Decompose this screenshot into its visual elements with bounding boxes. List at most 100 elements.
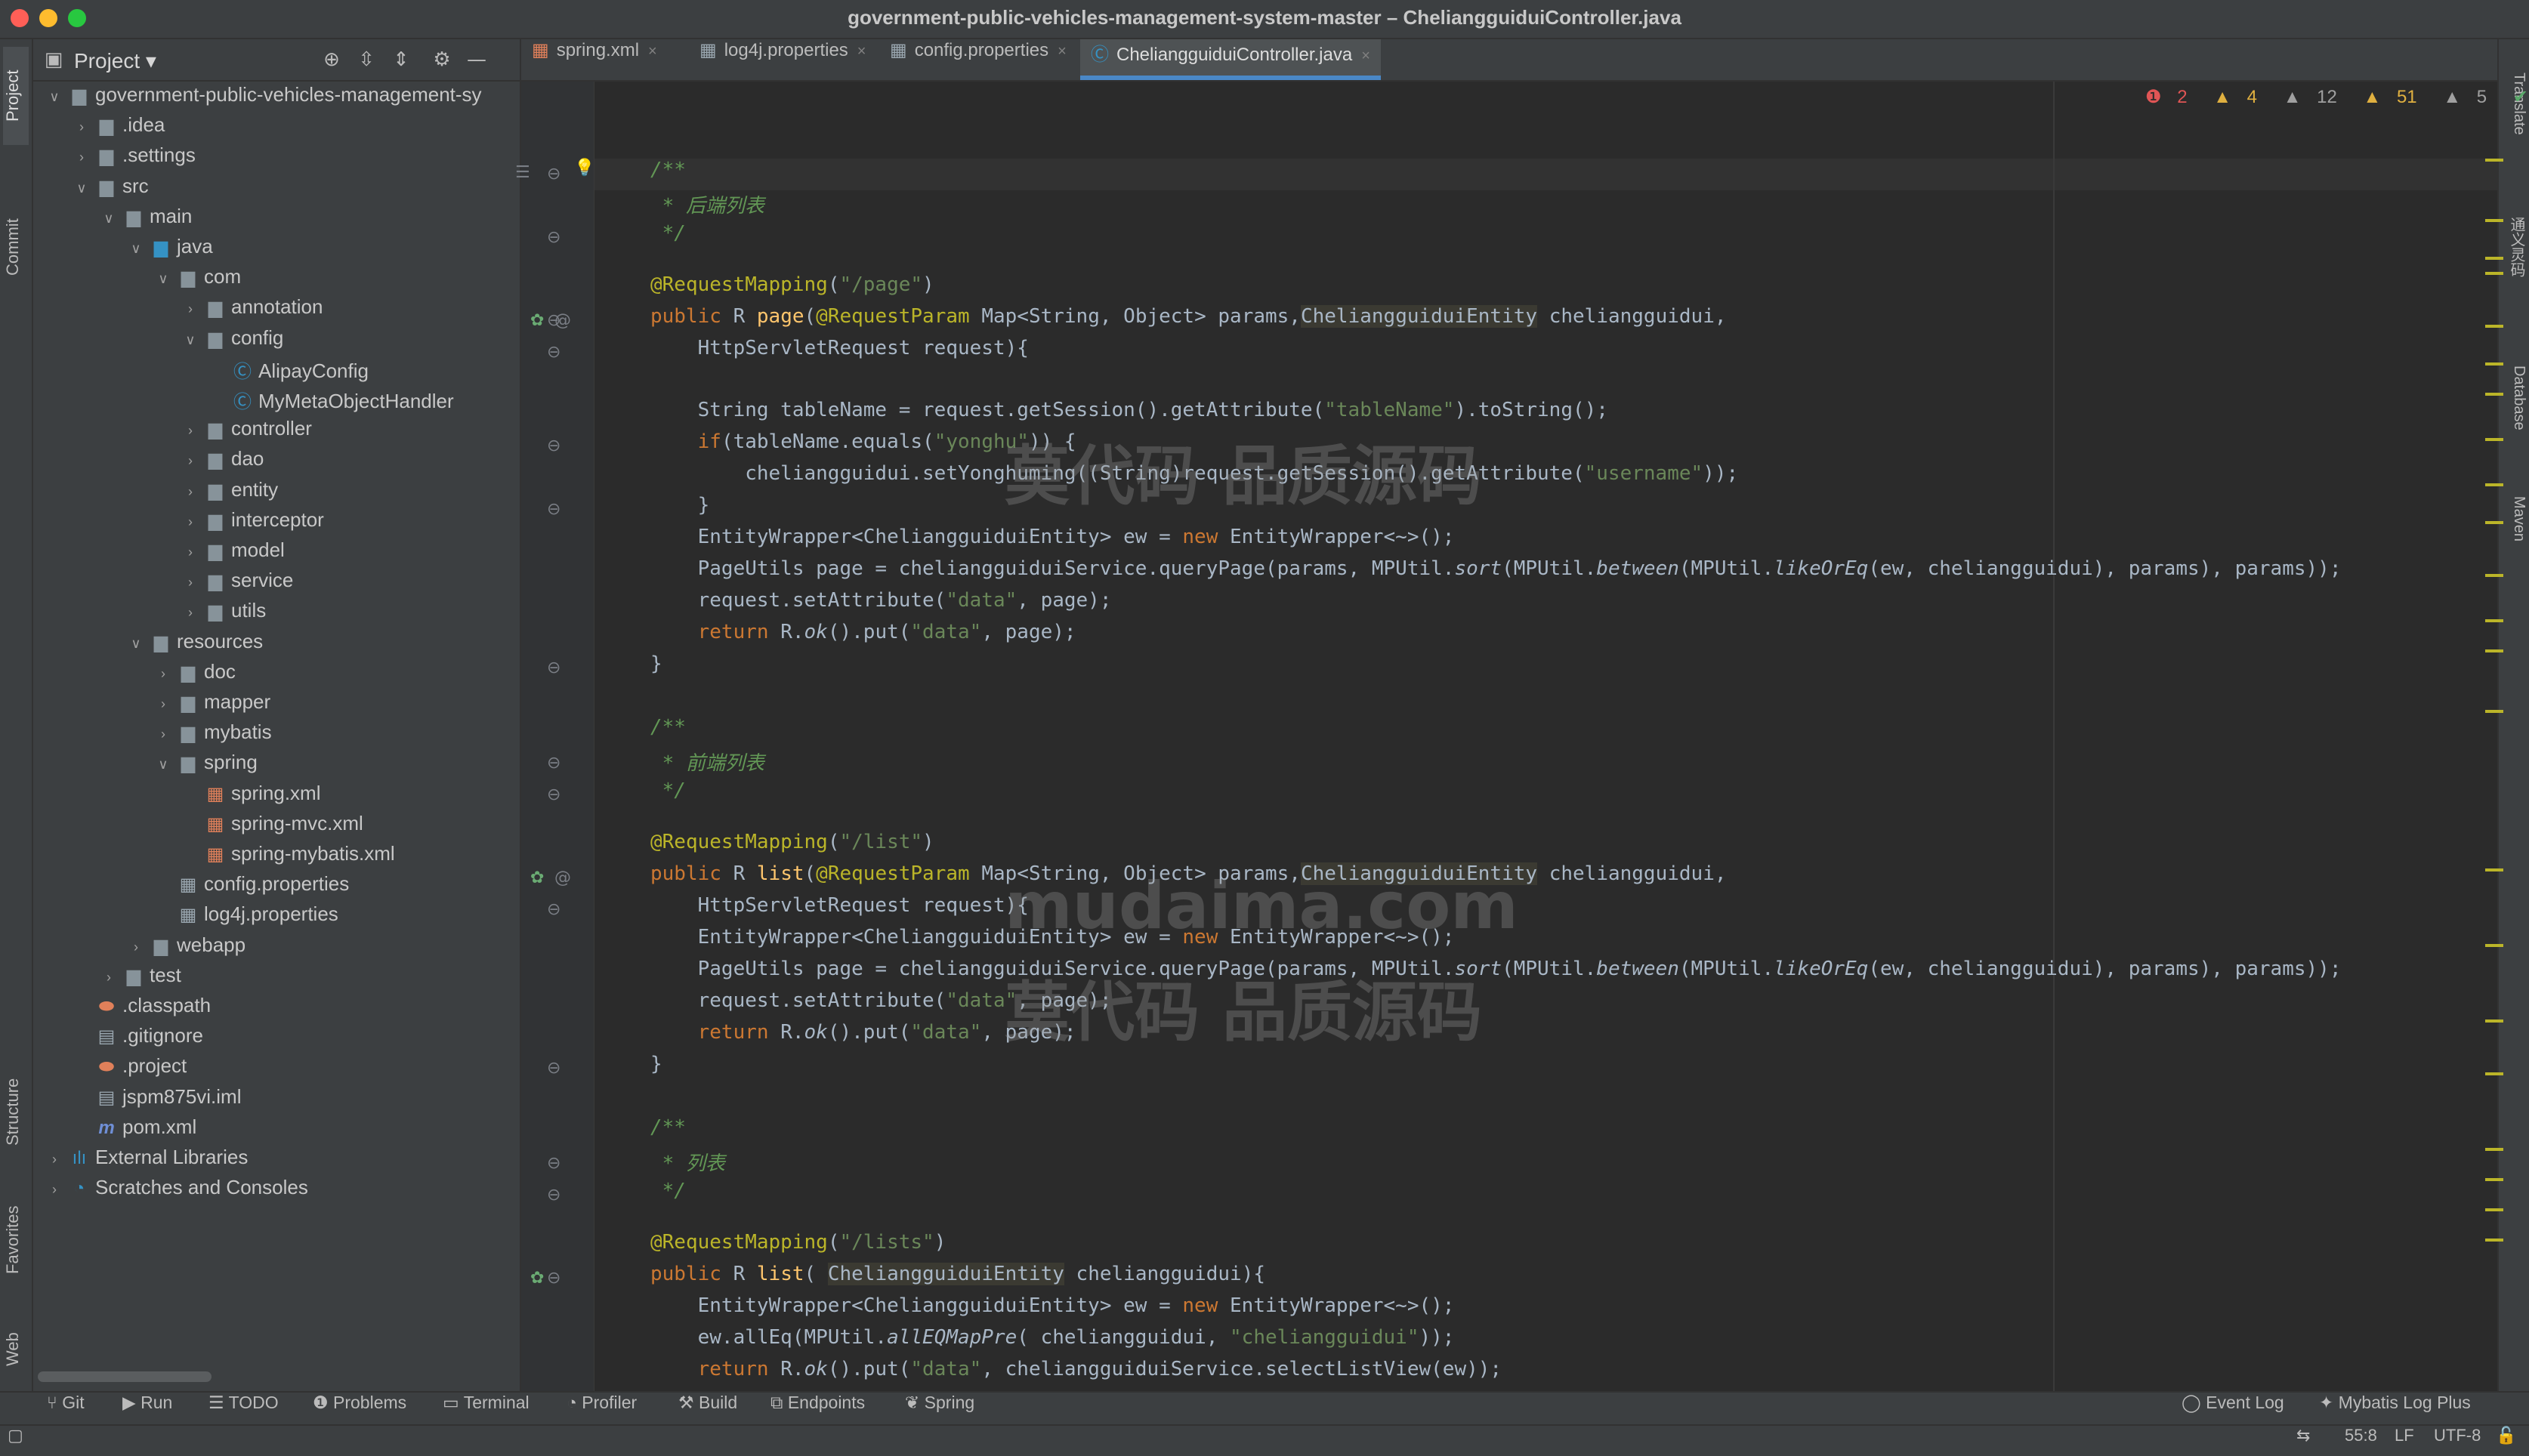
tree-item-entity[interactable]: › ▆ entity xyxy=(178,478,278,508)
editor-tab-log4j-properties[interactable]: ▦ log4j.properties × xyxy=(689,39,876,80)
fold-icon[interactable]: ⊖ xyxy=(547,785,560,804)
lock-icon[interactable]: 🔓 xyxy=(2496,1426,2516,1456)
tool-window-spring[interactable]: ❦ Spring xyxy=(905,1393,974,1426)
tree-item-main[interactable]: ∨ ▆ main xyxy=(97,205,192,235)
tree-item-spring-xml[interactable]: ▦ spring.xml xyxy=(178,782,321,812)
scrollbar-warning-mark[interactable] xyxy=(2485,868,2503,871)
tree-item-log4j-properties[interactable]: ▦ log4j.properties xyxy=(151,902,338,933)
tree-item-settings[interactable]: › ▆ .settings xyxy=(69,143,196,174)
code-line[interactable]: * 列表 xyxy=(650,1148,725,1180)
close-tab-icon[interactable]: × xyxy=(1058,43,1067,60)
tree-item-gitignore[interactable]: ▤ .gitignore xyxy=(69,1024,203,1054)
code-line[interactable]: EntityWrapper<CheliangguiduiEntity> ew =… xyxy=(650,526,1455,557)
code-line[interactable]: * 后端列表 xyxy=(650,190,764,222)
tree-item-idea[interactable]: › ▆ .idea xyxy=(69,113,165,143)
code-line[interactable]: } xyxy=(650,494,710,526)
tree-item-src[interactable]: ∨ ▆ src xyxy=(69,174,148,205)
scrollbar-warning-mark[interactable] xyxy=(2485,1239,2503,1242)
scrollbar-warning-mark[interactable] xyxy=(2485,1148,2503,1151)
tool-window-build[interactable]: ⚒ Build xyxy=(678,1393,737,1426)
maven-tool-tab[interactable]: Maven xyxy=(2502,477,2527,560)
scrollbar-warning-mark[interactable] xyxy=(2485,1208,2503,1211)
tool-window-terminal[interactable]: ▭ Terminal xyxy=(443,1393,530,1426)
file-encoding[interactable]: UTF-8 xyxy=(2434,1426,2481,1456)
scrollbar-warning-mark[interactable] xyxy=(2485,1072,2503,1075)
tree-item-government-public-vehicles-management-sy[interactable]: ∨ ▆ government-public-vehicles-management-… xyxy=(42,83,481,113)
vcs-status-icon[interactable]: ⇆ xyxy=(2296,1426,2310,1456)
chevron-right-icon[interactable]: › xyxy=(151,696,175,712)
scrollbar-warning-mark[interactable] xyxy=(2485,325,2503,328)
chevron-right-icon[interactable]: › xyxy=(178,605,202,621)
scrollbar-warning-mark[interactable] xyxy=(2485,219,2503,222)
fold-icon[interactable]: ⊖ xyxy=(547,1059,560,1078)
locate-file-icon[interactable]: ⊕ xyxy=(319,47,344,72)
tree-item-config[interactable]: ∨ ▆ config xyxy=(178,326,283,356)
expand-all-icon[interactable]: ⇳ xyxy=(354,47,379,72)
close-tab-icon[interactable]: × xyxy=(648,43,657,60)
tree-item-pom-xml[interactable]: m pom.xml xyxy=(69,1115,196,1146)
code-line[interactable]: public R list( CheliangguiduiEntity chel… xyxy=(650,1263,1265,1294)
code-line[interactable]: } xyxy=(650,652,662,684)
caret-position[interactable]: 55:8 xyxy=(2345,1426,2377,1456)
scrollbar-warning-mark[interactable] xyxy=(2485,438,2503,441)
scrollbar-warning-mark[interactable] xyxy=(2485,1020,2503,1023)
tree-item-dao[interactable]: › ▆ dao xyxy=(178,447,264,477)
scrollbar-warning-mark[interactable] xyxy=(2485,393,2503,396)
scrollbar-warning-mark[interactable] xyxy=(2485,521,2503,524)
chevron-right-icon[interactable]: › xyxy=(178,575,202,591)
code-line[interactable]: @RequestMapping("/list") xyxy=(650,831,934,862)
tool-window-endpoints[interactable]: ⧉ Endpoints xyxy=(770,1393,865,1426)
tool-window-mybatis-log-plus[interactable]: ✦ Mybatis Log Plus xyxy=(2319,1393,2471,1426)
tongyi-tool-tab[interactable]: 通义灵码 xyxy=(2502,190,2527,304)
code-line[interactable]: return R.ok().put("data", page); xyxy=(650,621,1076,652)
inspections-widget[interactable]: ❶ 2 ▲ 4 ▲ 12 ▲ 51 ▲ 5 ✔ 32 ⌃ ⌄ xyxy=(2145,86,2528,116)
chevron-right-icon[interactable]: › xyxy=(69,150,94,165)
code-line[interactable]: PageUtils page = cheliangguiduiService.q… xyxy=(650,958,2342,989)
chevron-down-icon[interactable]: ∨ xyxy=(178,332,202,348)
spring-endpoint-icon[interactable]: ✿ xyxy=(530,311,544,330)
close-tab-icon[interactable]: × xyxy=(1361,48,1370,64)
chevron-right-icon[interactable]: › xyxy=(178,301,202,317)
chevron-right-icon[interactable]: › xyxy=(151,726,175,742)
tree-item-project[interactable]: ⬬ .project xyxy=(69,1054,187,1084)
fold-icon[interactable]: ⊖ xyxy=(547,165,560,184)
code-line[interactable]: @RequestMapping("/page") xyxy=(650,273,934,305)
web-tool-tab[interactable]: Web xyxy=(3,1316,29,1384)
tool-window-profiler[interactable]: ◔ Profiler xyxy=(567,1393,637,1426)
layout-toggle-icon[interactable]: ▢ xyxy=(8,1426,23,1456)
chevron-down-icon[interactable]: ∨ xyxy=(151,271,175,287)
tree-item-com[interactable]: ∨ ▆ com xyxy=(151,265,241,295)
tool-window-event-log[interactable]: ◯ Event Log xyxy=(2182,1393,2284,1426)
favorites-tool-tab[interactable]: Favorites xyxy=(3,1180,29,1300)
chevron-right-icon[interactable]: › xyxy=(42,1182,66,1198)
scrollbar-warning-mark[interactable] xyxy=(2485,619,2503,622)
spring-endpoint-icon[interactable]: ✿ xyxy=(530,868,544,887)
scrollbar-warning-mark[interactable] xyxy=(2485,272,2503,275)
code-line[interactable]: */ xyxy=(650,1180,686,1211)
tree-item-external-libraries[interactable]: › ılı External Libraries xyxy=(42,1146,248,1176)
tool-window-todo[interactable]: ☰ TODO xyxy=(208,1393,279,1426)
annotation-gutter-icon[interactable]: @ xyxy=(554,311,571,330)
line-separator[interactable]: LF xyxy=(2395,1426,2414,1456)
code-line[interactable]: * 前端列表 xyxy=(650,748,764,779)
scrollbar-warning-mark[interactable] xyxy=(2485,649,2503,652)
code-line[interactable]: EntityWrapper<CheliangguiduiEntity> ew =… xyxy=(650,1294,1455,1326)
spring-endpoint-icon[interactable]: ✿ xyxy=(530,1269,544,1288)
tool-window-problems[interactable]: ❶ Problems xyxy=(313,1393,406,1426)
tree-item-doc[interactable]: › ▆ doc xyxy=(151,660,236,690)
editor-tab-spring-xml[interactable]: ▦ spring.xml × xyxy=(521,39,668,80)
code-line[interactable]: /** xyxy=(650,159,686,190)
chevron-right-icon[interactable]: › xyxy=(124,939,148,955)
commit-tool-tab[interactable]: Commit xyxy=(3,198,29,296)
project-panel-title[interactable]: Project ▾ xyxy=(74,48,156,73)
chevron-down-icon[interactable]: ∨ xyxy=(151,757,175,773)
project-horizontal-scrollbar[interactable] xyxy=(38,1371,212,1382)
chevron-right-icon[interactable]: › xyxy=(178,544,202,560)
tree-item-jspm875vi-iml[interactable]: ▤ jspm875vi.iml xyxy=(69,1085,242,1115)
tree-item-webapp[interactable]: › ▆ webapp xyxy=(124,933,245,964)
hide-panel-icon[interactable]: — xyxy=(464,47,489,72)
project-tool-tab[interactable]: Project xyxy=(3,47,29,145)
scrollbar-warning-mark[interactable] xyxy=(2485,257,2503,260)
close-tab-icon[interactable]: × xyxy=(857,43,866,60)
tree-item-mybatis[interactable]: › ▆ mybatis xyxy=(151,720,272,751)
